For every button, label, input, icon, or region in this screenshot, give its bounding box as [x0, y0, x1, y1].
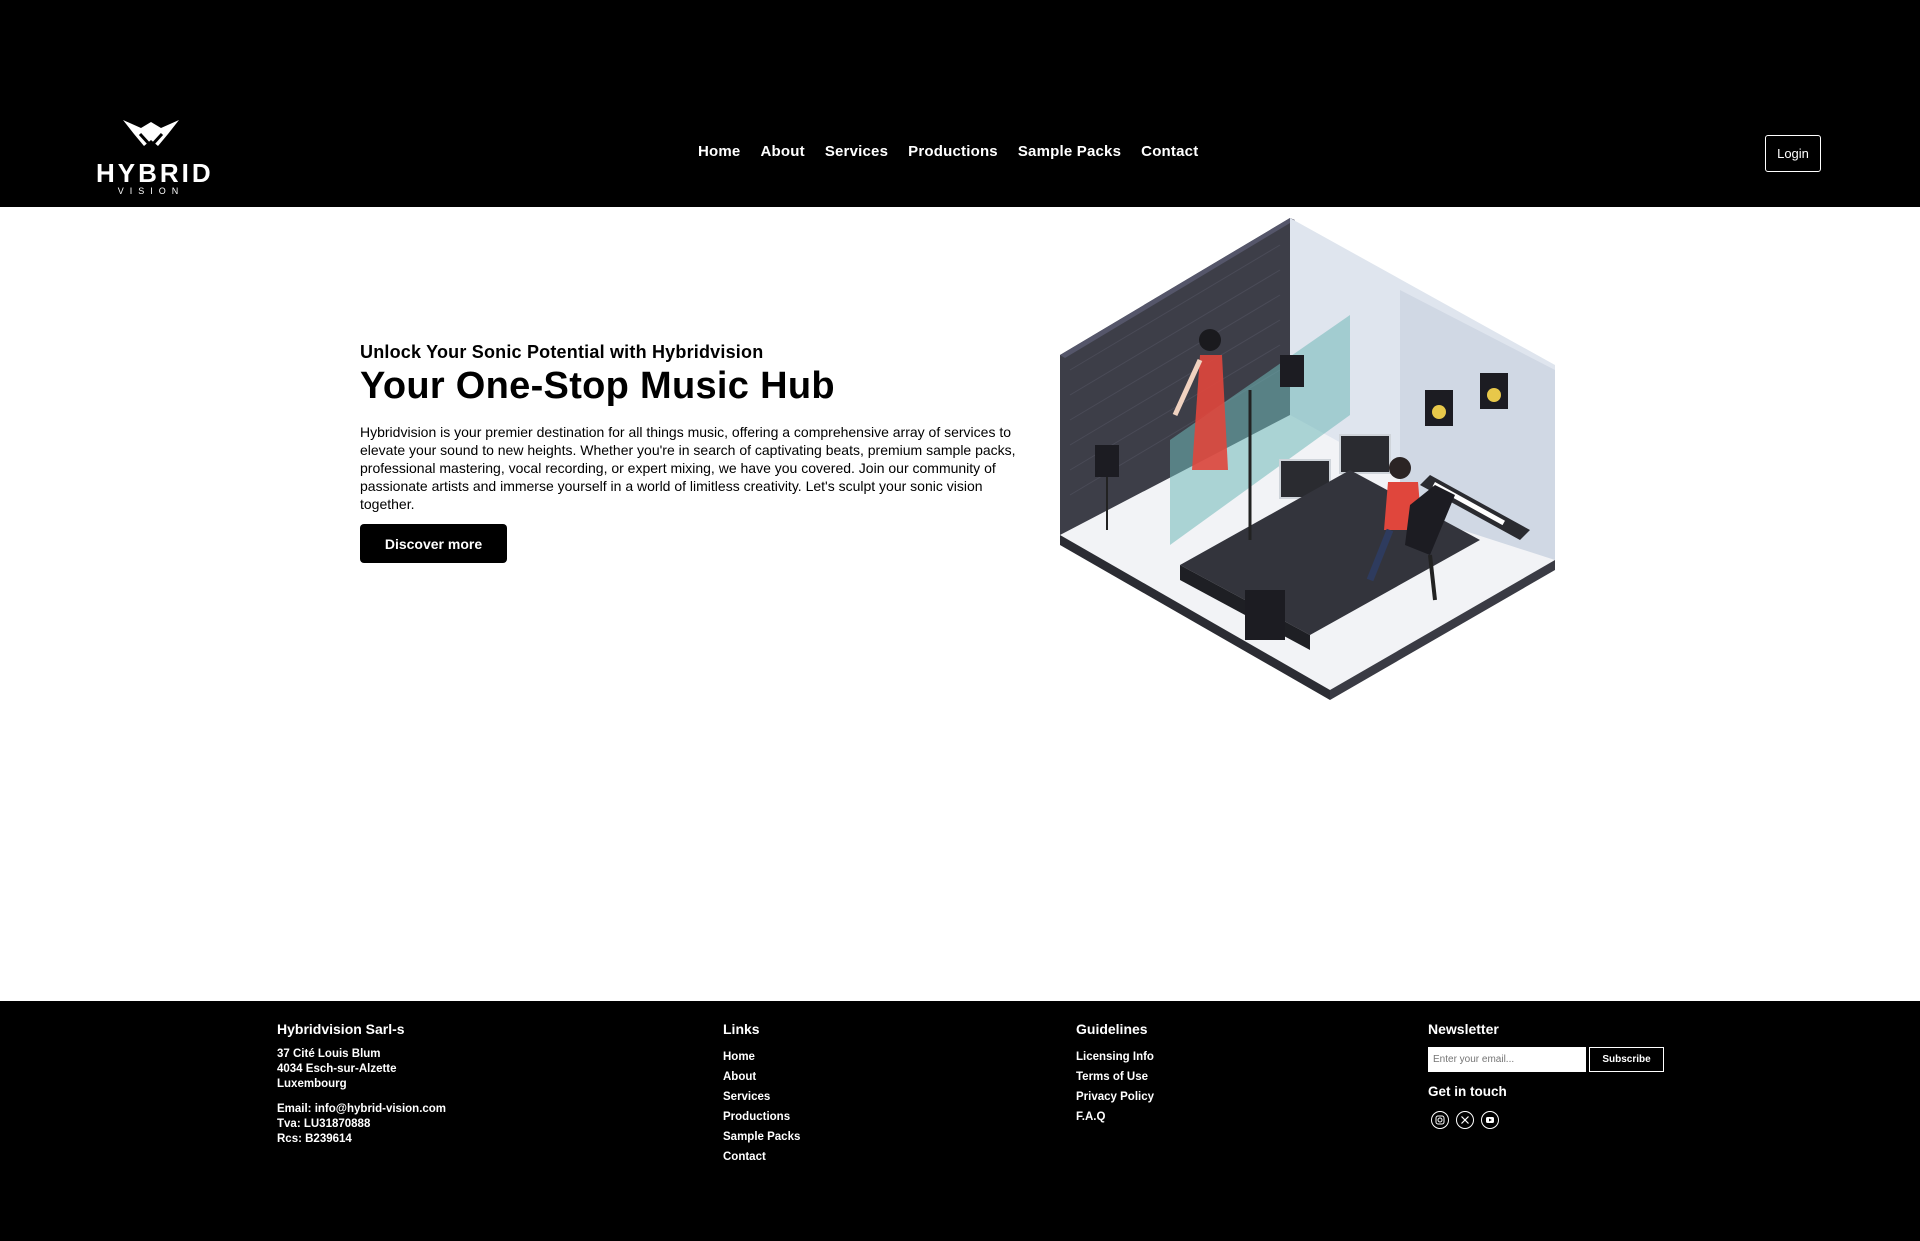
youtube-icon[interactable] — [1481, 1111, 1499, 1129]
get-in-touch-heading: Get in touch — [1428, 1084, 1507, 1099]
hero-description: Hybridvision is your premier destination… — [360, 424, 1016, 512]
footer-link-terms[interactable]: Terms of Use — [1076, 1067, 1154, 1087]
footer-link-privacy[interactable]: Privacy Policy — [1076, 1087, 1154, 1107]
footer-newsletter: Newsletter Subscribe Get in touch — [1428, 1021, 1664, 1129]
logo[interactable]: HYBRID VISION — [96, 116, 214, 196]
x-icon[interactable] — [1456, 1111, 1474, 1129]
hero-kicker: Unlock Your Sonic Potential with Hybridv… — [360, 342, 764, 362]
login-button[interactable]: Login — [1765, 135, 1821, 172]
footer-links-heading: Links — [723, 1021, 760, 1037]
vat-number: Tva: LU31870888 — [277, 1118, 371, 1130]
footer-link-faq[interactable]: F.A.Q — [1076, 1107, 1154, 1127]
newsletter-email-input[interactable] — [1428, 1047, 1586, 1072]
main-nav: Home About Services Productions Sample P… — [698, 143, 1198, 160]
footer-link-home[interactable]: Home — [723, 1047, 800, 1067]
footer-link-services[interactable]: Services — [723, 1087, 800, 1107]
contact-email: Email: info@hybrid-vision.com — [277, 1103, 447, 1115]
footer-link-sample-packs[interactable]: Sample Packs — [723, 1127, 800, 1147]
hero-title: Your One-Stop Music Hub — [360, 365, 835, 407]
nav-contact[interactable]: Contact — [1141, 143, 1198, 160]
discover-more-button[interactable]: Discover more — [360, 524, 507, 563]
logo-wordmark: HYBRID — [96, 158, 214, 188]
rcs-number: Rcs: B239614 — [277, 1133, 352, 1145]
footer-guidelines: Guidelines Licensing Info Terms of Use P… — [1076, 1021, 1154, 1127]
address-line: Luxembourg — [277, 1078, 347, 1090]
footer-company: Hybridvision Sarl-s 37 Cité Louis Blum 4… — [277, 1021, 446, 1147]
studio-illustration — [1060, 218, 1555, 700]
logo-mark-icon — [123, 120, 179, 149]
nav-about[interactable]: About — [760, 143, 804, 160]
nav-home[interactable]: Home — [698, 143, 740, 160]
nav-sample-packs[interactable]: Sample Packs — [1018, 143, 1121, 160]
address-line: 37 Cité Louis Blum — [277, 1048, 381, 1060]
nav-productions[interactable]: Productions — [908, 143, 998, 160]
nav-services[interactable]: Services — [825, 143, 888, 160]
address-line: 4034 Esch-sur-Alzette — [277, 1063, 397, 1075]
footer-link-licensing[interactable]: Licensing Info — [1076, 1047, 1154, 1067]
instagram-icon[interactable] — [1431, 1111, 1449, 1129]
footer-link-about[interactable]: About — [723, 1067, 800, 1087]
site-header: HYBRID VISION Home About Services Produc… — [0, 0, 1920, 207]
newsletter-heading: Newsletter — [1428, 1021, 1499, 1037]
footer-guidelines-heading: Guidelines — [1076, 1021, 1148, 1037]
social-links — [1431, 1111, 1664, 1129]
logo-subtitle: VISION — [117, 186, 185, 196]
newsletter-form: Subscribe — [1428, 1047, 1664, 1072]
footer-links: Links Home About Services Productions Sa… — [723, 1021, 800, 1167]
footer-link-contact[interactable]: Contact — [723, 1147, 800, 1167]
subscribe-button[interactable]: Subscribe — [1589, 1047, 1664, 1072]
footer-link-productions[interactable]: Productions — [723, 1107, 800, 1127]
site-footer: Hybridvision Sarl-s 37 Cité Louis Blum 4… — [0, 1001, 1920, 1241]
footer-company-heading: Hybridvision Sarl-s — [277, 1021, 405, 1037]
hero-section: Unlock Your Sonic Potential with Hybridv… — [360, 342, 1040, 513]
